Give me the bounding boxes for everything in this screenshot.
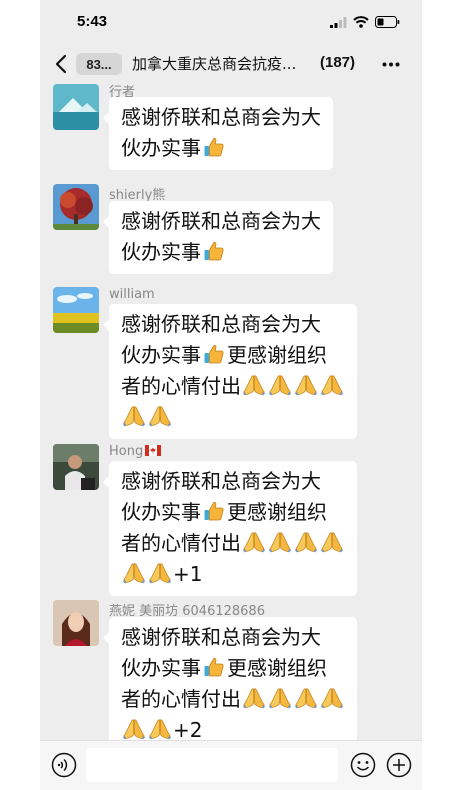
thumbs-up-emoji-icon (202, 655, 226, 679)
status-bar: 5:43 (40, 0, 422, 44)
message-text: 者的心情付出 (121, 687, 241, 711)
message-input[interactable] (86, 748, 338, 782)
thumbs-up-emoji-icon (202, 135, 226, 159)
praying-hands-emoji-icon (148, 717, 172, 740)
thumbs-up-emoji-icon (202, 239, 226, 263)
sender-name-text: Hong (109, 444, 144, 459)
chat-header: 83... 加拿大重庆总商会抗疫... (187) (40, 44, 422, 84)
praying-hands-emoji-icon (122, 404, 146, 428)
message-text: 感谢侨联和总商会为大 (121, 105, 321, 129)
message-text: 更感谢组织 (227, 656, 327, 680)
praying-hands-emoji-icon (242, 686, 266, 710)
message-text: +1 (173, 562, 203, 586)
praying-hands-emoji-icon (242, 373, 266, 397)
message-text: 感谢侨联和总商会为大 (121, 209, 321, 233)
message-text: 伙办实事 (121, 656, 201, 680)
message-text: 伙办实事 (121, 500, 201, 524)
message-list[interactable]: 行者 感谢侨联和总商会为大 伙办实事 shierly熊 感谢侨联和总商会为大 伙办实… (40, 84, 422, 740)
message-text: +2 (173, 718, 203, 740)
thumbs-up-emoji-icon (202, 499, 226, 523)
sender-name: Hong (109, 444, 162, 459)
voice-input-icon[interactable] (51, 752, 77, 778)
avatar[interactable] (53, 444, 99, 490)
praying-hands-emoji-icon (122, 561, 146, 585)
message-text: 更感谢组织 (227, 343, 327, 367)
message-text: 者的心情付出 (121, 531, 241, 555)
praying-hands-emoji-icon (294, 530, 318, 554)
message-text: 感谢侨联和总商会为大 (121, 625, 321, 649)
message-text: 伙办实事 (121, 136, 201, 160)
praying-hands-emoji-icon (268, 686, 292, 710)
message-text: 者的心情付出 (121, 374, 241, 398)
avatar[interactable] (53, 600, 99, 646)
add-more-icon[interactable] (386, 752, 412, 778)
canada-flag-icon (145, 445, 162, 456)
praying-hands-emoji-icon (294, 686, 318, 710)
praying-hands-emoji-icon (320, 373, 344, 397)
praying-hands-emoji-icon (122, 717, 146, 740)
message-bubble[interactable]: 感谢侨联和总商会为大 伙办实事 更感谢组织者的心情付出 +2 (103, 617, 357, 740)
praying-hands-emoji-icon (148, 404, 172, 428)
message-text: 感谢侨联和总商会为大 (121, 469, 321, 493)
message-text: 感谢侨联和总商会为大 (121, 312, 321, 336)
message-bubble[interactable]: 感谢侨联和总商会为大 伙办实事 更感谢组织者的心情付出 (103, 304, 357, 439)
message-text: 伙办实事 (121, 240, 201, 264)
status-icons (330, 16, 400, 28)
message-bubble[interactable]: 感谢侨联和总商会为大 伙办实事 更感谢组织者的心情付出 +1 (103, 461, 357, 596)
message-bubble[interactable]: 感谢侨联和总商会为大 伙办实事 (103, 97, 333, 170)
back-chevron-icon[interactable] (52, 53, 72, 75)
praying-hands-emoji-icon (268, 530, 292, 554)
avatar[interactable] (53, 184, 99, 230)
praying-hands-emoji-icon (320, 530, 344, 554)
praying-hands-emoji-icon (242, 530, 266, 554)
message-bubble[interactable]: 感谢侨联和总商会为大 伙办实事 (103, 201, 333, 274)
status-time: 5:43 (77, 13, 108, 30)
praying-hands-emoji-icon (148, 561, 172, 585)
praying-hands-emoji-icon (320, 686, 344, 710)
input-bar (40, 740, 422, 790)
praying-hands-emoji-icon (294, 373, 318, 397)
message-text: 伙办实事 (121, 343, 201, 367)
member-count: (187) (320, 54, 356, 71)
message-text: 更感谢组织 (227, 500, 327, 524)
cellular-signal-icon (330, 16, 347, 28)
sender-name: william (109, 287, 155, 302)
battery-icon (375, 16, 400, 28)
more-options-icon[interactable] (382, 62, 400, 67)
chat-title: 加拿大重庆总商会抗疫... (132, 55, 297, 73)
emoji-icon[interactable] (350, 752, 376, 778)
thumbs-up-emoji-icon (202, 342, 226, 366)
wifi-icon (353, 16, 369, 28)
avatar[interactable] (53, 84, 99, 130)
avatar[interactable] (53, 287, 99, 333)
unread-badge[interactable]: 83... (76, 53, 122, 75)
praying-hands-emoji-icon (268, 373, 292, 397)
phone-screen: 5:43 83... 加拿大重庆总商会抗疫... (187) 行者 感谢侨联和总… (40, 0, 422, 790)
